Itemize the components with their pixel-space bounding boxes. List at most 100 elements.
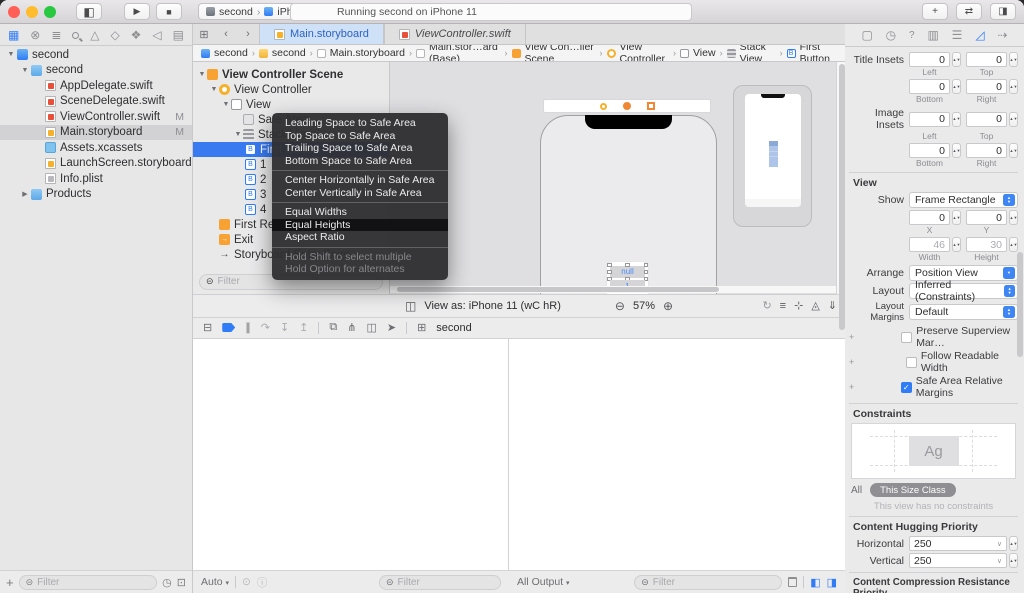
stepper[interactable]: ▲▼ (952, 79, 961, 94)
image-inset-top-field[interactable]: 0 (966, 111, 1007, 127)
add-constraint-plus[interactable]: + (849, 357, 859, 367)
navigator-filter-field[interactable]: ⊝ (18, 574, 158, 590)
title-inset-bottom-field[interactable]: 0 (909, 79, 950, 94)
preserve-superview-margins-checkbox[interactable] (901, 331, 913, 343)
stepper[interactable]: ▲▼ (952, 52, 961, 67)
title-inset-top-field[interactable]: 0 (966, 52, 1007, 67)
history-inspector-icon[interactable]: ◷ (886, 28, 896, 42)
minimize-window-button[interactable] (26, 5, 38, 18)
canvas-horizontal-scrollbar[interactable] (390, 285, 836, 293)
jumpbar-item[interactable]: View Controller (620, 45, 669, 61)
connections-inspector-icon[interactable]: ⇢ (997, 28, 1007, 42)
canvas-vertical-scrollbar[interactable] (836, 62, 845, 330)
tree-row-file[interactable]: ViewController.swift M (0, 109, 192, 125)
file-inspector-icon[interactable]: ▢ (861, 28, 872, 42)
image-inset-bottom-field[interactable]: 0 (909, 143, 950, 158)
tree-row-file[interactable]: AppDelegate.swift (0, 78, 192, 94)
process-grid-icon[interactable]: ⊞ (417, 321, 426, 334)
embed-icon[interactable]: ⇓ (828, 299, 837, 312)
close-window-button[interactable] (8, 5, 20, 18)
project-navigator-icon[interactable]: ▦ (8, 28, 19, 42)
hugging-horizontal-field[interactable]: 250 ∨ (909, 536, 1007, 551)
quick-help-inspector-icon[interactable]: ? (909, 30, 915, 41)
tree-row-folder[interactable]: ▼ second (0, 63, 192, 79)
stepper[interactable]: ▲▼ (1009, 111, 1018, 127)
eye-icon[interactable]: ⊙ (242, 576, 251, 588)
jumpbar-item[interactable]: Main.stor…ard (Base) (429, 45, 501, 61)
outline-toggle-button[interactable]: ◫ (405, 299, 416, 313)
outline-row-view[interactable]: ▼ View (193, 97, 389, 112)
add-constraints-icon[interactable]: ⊹ (794, 299, 803, 312)
show-console-icon[interactable]: ◨ (827, 576, 837, 589)
add-library-button[interactable]: + (922, 3, 948, 20)
exit-dock-icon[interactable] (646, 102, 655, 110)
variables-filter-input[interactable] (397, 576, 494, 588)
symbol-navigator-icon[interactable]: ≣ (51, 28, 61, 42)
menu-item-bottom-space[interactable]: Bottom Space to Safe Area (272, 155, 448, 168)
stepper[interactable]: ▲▼ (952, 210, 961, 225)
disclosure-open-icon[interactable]: ▼ (233, 131, 243, 138)
menu-item-equal-widths[interactable]: Equal Widths (272, 206, 448, 219)
safe-area-relative-margins-checkbox[interactable]: ✓ (900, 381, 912, 393)
layout-popup[interactable]: Inferred (Constraints) ▲ ▼ (909, 279, 1018, 303)
test-navigator-icon[interactable]: ◇ (110, 28, 119, 42)
tree-row-project[interactable]: ▼ second (0, 47, 192, 63)
hide-debug-area-icon[interactable]: ⊟ (203, 321, 212, 334)
jumpbar-item[interactable]: First Button (800, 45, 837, 61)
menu-item-leading-space[interactable]: Leading Space to Safe Area (272, 117, 448, 130)
jumpbar-item[interactable]: second (214, 47, 248, 59)
stepper[interactable]: ▲▼ (1009, 237, 1018, 252)
disclosure-open-icon[interactable]: ▼ (209, 86, 219, 93)
run-button[interactable]: ▶ (124, 3, 150, 20)
console-filter-input[interactable] (652, 576, 776, 588)
recent-files-filter-icon[interactable]: ◷ (162, 576, 172, 589)
segment-this-size-class[interactable]: This Size Class (870, 483, 956, 497)
storyboard-canvas[interactable]: null 1 2 3 4 (390, 62, 836, 294)
console-filter-field[interactable]: ⊝ (634, 574, 783, 590)
report-navigator-icon[interactable]: ▤ (173, 28, 184, 42)
view-hierarchy-debugger-icon[interactable]: ⧉ (329, 321, 337, 334)
console-view[interactable] (509, 338, 845, 570)
breakpoint-navigator-icon[interactable]: ◁ (152, 28, 161, 42)
y-field[interactable]: 0 (966, 210, 1007, 225)
zoom-window-button[interactable] (44, 5, 56, 18)
menu-item-top-space[interactable]: Top Space to Safe Area (272, 130, 448, 143)
navigator-toggle-button[interactable]: ◧ (76, 3, 102, 20)
step-into-icon[interactable]: ↧ (280, 321, 289, 334)
jumpbar-item[interactable]: View (693, 47, 716, 59)
first-responder-dock-icon[interactable] (622, 102, 631, 110)
outline-row-view-controller[interactable]: ▼ View Controller (193, 82, 389, 97)
console-output-popup[interactable]: All Output ▾ (517, 576, 570, 588)
find-navigator-icon[interactable] (72, 28, 80, 42)
disclosure-closed-icon[interactable]: ▶ (20, 190, 30, 198)
menu-item-center-vertically[interactable]: Center Vertically in Safe Area (272, 187, 448, 200)
tab-main-storyboard[interactable]: Main.storyboard (259, 24, 384, 44)
add-constraint-plus[interactable]: + (849, 332, 859, 342)
tab-overview-icon[interactable]: ⊞ (193, 24, 215, 44)
source-control-status-filter-icon[interactable]: ⊡ (177, 576, 186, 589)
disclosure-open-icon[interactable]: ▼ (221, 101, 231, 108)
simulate-location-icon[interactable]: ➤ (387, 321, 396, 334)
step-over-icon[interactable]: ↷ (261, 321, 270, 334)
resolve-auto-layout-icon[interactable]: ◬ (811, 299, 819, 312)
stepper[interactable]: ▲▼ (1009, 52, 1018, 67)
x-field[interactable]: 0 (909, 210, 950, 225)
segment-all[interactable]: All (851, 485, 862, 496)
layout-margins-popup[interactable]: Default ▲ ▼ (909, 304, 1018, 320)
jumpbar-item[interactable]: View Con…ller Scene (525, 45, 596, 61)
menu-item-aspect-ratio[interactable]: Aspect Ratio (272, 231, 448, 244)
variables-scope-popup[interactable]: Auto ▾ (201, 576, 229, 588)
height-field[interactable]: 30 (966, 237, 1007, 252)
tree-row-file[interactable]: LaunchScreen.storyboard (0, 156, 192, 172)
variables-filter-field[interactable]: ⊝ (379, 574, 501, 590)
jumpbar-item[interactable]: Main.storyboard (330, 47, 405, 59)
menu-item-center-horizontally[interactable]: Center Horizontally in Safe Area (272, 174, 448, 187)
size-inspector-icon[interactable]: ◿ (975, 28, 984, 42)
show-variables-view-icon[interactable]: ◧ (810, 576, 820, 589)
inspector-scrollbar[interactable] (1017, 252, 1023, 357)
stop-button[interactable]: ■ (156, 3, 182, 20)
forward-button[interactable]: › (237, 24, 259, 44)
disclosure-open-icon[interactable]: ▼ (20, 67, 30, 74)
disclosure-open-icon[interactable]: ▼ (6, 51, 16, 58)
zoom-out-button[interactable]: ⊖ (615, 299, 625, 313)
